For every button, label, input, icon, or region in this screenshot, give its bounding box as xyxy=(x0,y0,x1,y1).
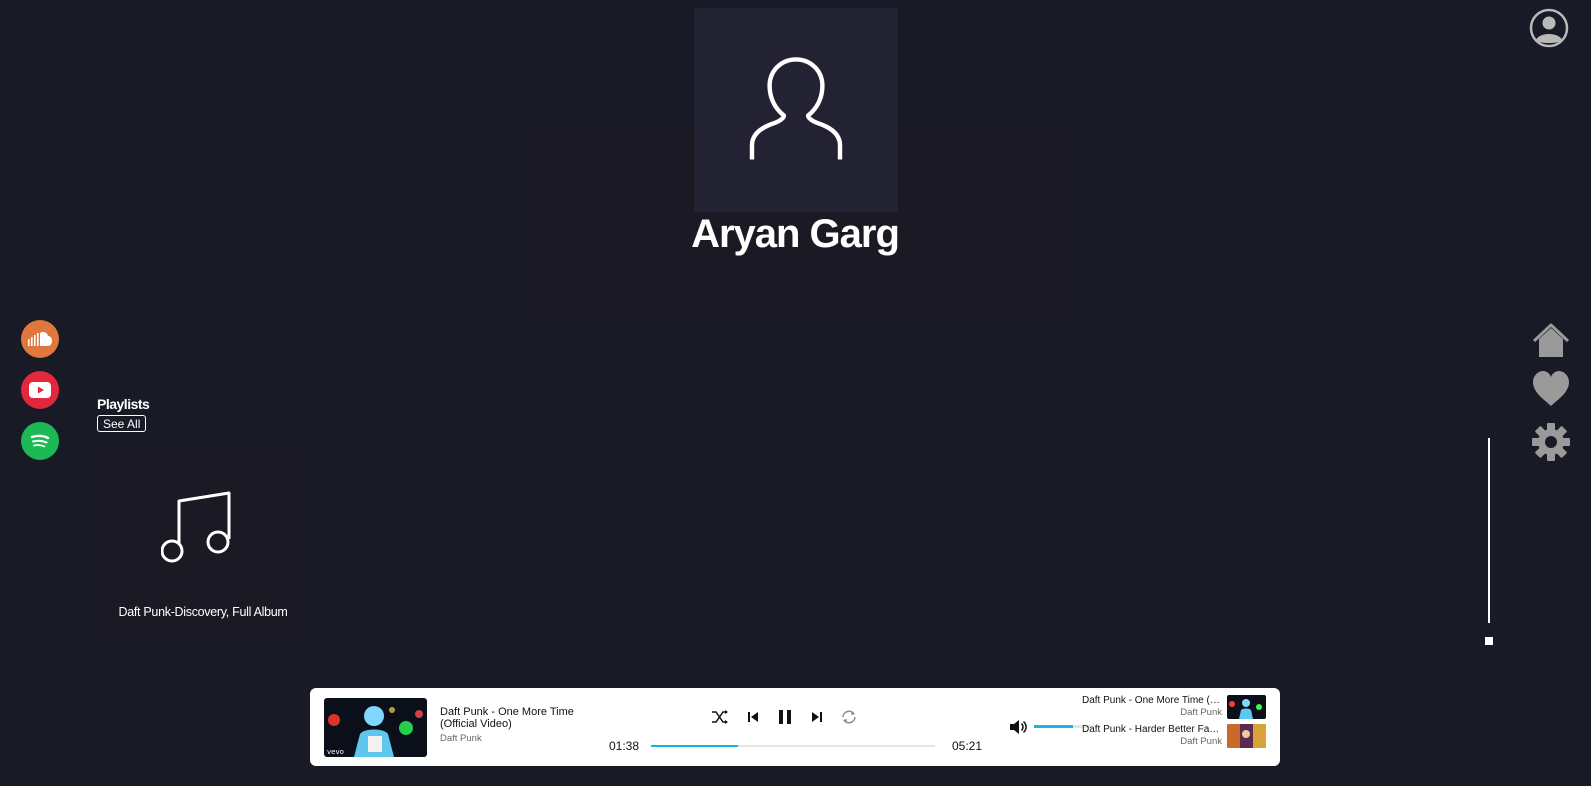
profile-avatar xyxy=(694,8,898,212)
playlists-heading: Playlists xyxy=(97,396,150,412)
queue-item-title: Daft Punk - One More Time (Official Vide… xyxy=(1082,695,1222,706)
account-circle-icon xyxy=(1529,8,1569,48)
heart-icon xyxy=(1533,371,1569,406)
album-art-image: vevo xyxy=(324,698,427,757)
total-time: 05:21 xyxy=(952,739,983,753)
previous-icon xyxy=(748,712,758,722)
player-bar: vevo Daft Punk - One More Time (Official… xyxy=(310,688,1280,766)
pause-icon xyxy=(779,710,791,724)
home-button[interactable] xyxy=(1531,321,1571,361)
queue-item-thumbnail xyxy=(1227,724,1266,748)
volume-icon xyxy=(1010,720,1027,734)
spotify-button[interactable] xyxy=(21,422,59,460)
youtube-button[interactable] xyxy=(21,371,59,409)
next-icon xyxy=(812,712,822,722)
favorites-button[interactable] xyxy=(1531,369,1571,409)
queue-item-title: Daft Punk - Harder Better Faster Stronge… xyxy=(1082,724,1222,735)
seek-bar[interactable] xyxy=(651,745,935,747)
volume-slider-fill xyxy=(1034,725,1074,728)
music-note-icon xyxy=(161,491,231,563)
repeat-button[interactable] xyxy=(839,707,859,727)
now-playing-artist: Daft Punk xyxy=(440,733,482,744)
shuffle-icon xyxy=(712,710,728,724)
thumbnail-label: vevo xyxy=(327,748,344,756)
seek-bar-fill xyxy=(651,745,738,747)
queue-item-artist: Daft Punk xyxy=(1180,736,1222,747)
home-icon xyxy=(1532,323,1570,357)
playlist-card[interactable]: Daft Punk-Discovery, Full Album xyxy=(97,443,309,637)
soundcloud-icon xyxy=(28,332,52,346)
volume-button[interactable] xyxy=(1008,717,1028,737)
account-button[interactable] xyxy=(1529,8,1569,48)
user-outline-icon xyxy=(749,57,843,160)
playlist-title: Daft Punk-Discovery, Full Album xyxy=(118,605,288,619)
gear-icon xyxy=(1532,423,1570,461)
see-all-button[interactable]: See All xyxy=(97,415,147,432)
shuffle-button[interactable] xyxy=(710,707,730,727)
youtube-icon xyxy=(29,382,51,398)
queue-item[interactable]: Daft Punk - One More Time (Official Vide… xyxy=(1080,694,1266,720)
now-playing-thumbnail: vevo xyxy=(324,698,427,757)
settings-button[interactable] xyxy=(1531,422,1571,462)
pause-button[interactable] xyxy=(775,707,795,727)
now-playing-title: Daft Punk - One More Time (Official Vide… xyxy=(440,706,574,730)
queue-item[interactable]: Daft Punk - Harder Better Faster Stronge… xyxy=(1080,723,1266,749)
current-time: 01:38 xyxy=(609,739,640,753)
user-name: Aryan Garg xyxy=(691,212,900,256)
repeat-icon xyxy=(842,710,856,724)
spotify-icon xyxy=(30,434,50,448)
soundcloud-button[interactable] xyxy=(21,320,59,358)
next-button[interactable] xyxy=(807,707,827,727)
queue-item-thumbnail xyxy=(1227,695,1266,719)
previous-button[interactable] xyxy=(743,707,763,727)
side-volume-track[interactable] xyxy=(1488,438,1490,623)
side-volume-handle[interactable] xyxy=(1485,637,1493,645)
queue-item-artist: Daft Punk xyxy=(1180,707,1222,718)
